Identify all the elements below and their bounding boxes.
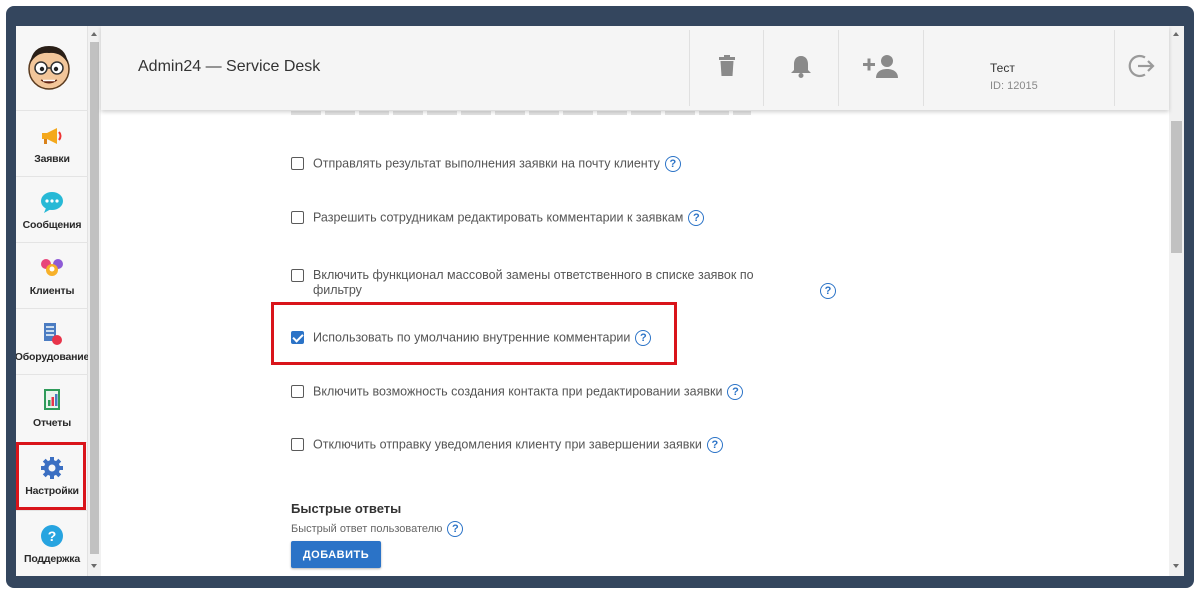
trash-button[interactable]: [689, 30, 763, 106]
help-icon[interactable]: ?: [727, 384, 744, 400]
sidebar-item-label: Заявки: [34, 152, 70, 165]
option-edit-comments[interactable]: Разрешить сотрудникам редактировать комм…: [291, 210, 705, 226]
screenshot-frame: Заявки Сообщения Клиенты Оборудование От…: [6, 6, 1194, 588]
user-id: ID: 12015: [990, 80, 1038, 92]
user-name: Тест: [990, 61, 1015, 75]
quick-replies-title: Быстрые ответы: [291, 501, 402, 516]
bell-icon: [790, 54, 812, 83]
option-disable-completion-notice[interactable]: Отключить отправку уведомления клиенту п…: [291, 437, 723, 453]
clipped-text-remnant: [291, 111, 751, 115]
settings-content: Отправлять результат выполнения заявки н…: [101, 110, 1169, 576]
user-profile[interactable]: [923, 30, 1114, 106]
sidebar-item-label: Отчеты: [32, 416, 72, 429]
trash-icon: [718, 54, 736, 82]
option-label: Разрешить сотрудникам редактировать комм…: [313, 210, 684, 225]
sidebar-item-label: Сообщения: [22, 218, 82, 231]
checkbox-checked[interactable]: [291, 331, 304, 344]
megaphone-icon: [39, 123, 65, 149]
active-item-highlight: [16, 442, 86, 510]
sidebar-item-support[interactable]: ? Поддержка: [16, 510, 88, 576]
checkbox[interactable]: [291, 438, 304, 451]
help-icon[interactable]: ?: [688, 210, 705, 226]
sidebar-item-reports[interactable]: Отчеты: [16, 374, 88, 440]
scrollbar-thumb[interactable]: [1171, 121, 1182, 253]
sidebar: Заявки Сообщения Клиенты Оборудование От…: [16, 26, 90, 576]
content-scrollbar[interactable]: [1169, 26, 1184, 576]
sidebar-item-requests[interactable]: Заявки: [16, 110, 88, 176]
option-internal-comments-default[interactable]: Использовать по умолчанию внутренние ком…: [291, 330, 652, 346]
checkbox[interactable]: [291, 211, 304, 224]
scroll-down-arrow-icon[interactable]: [91, 564, 97, 568]
option-label: Отключить отправку уведомления клиенту п…: [313, 437, 702, 452]
scrollbar-thumb[interactable]: [90, 42, 99, 554]
add-button[interactable]: ДОБАВИТЬ: [291, 541, 381, 568]
equipment-icon: [39, 321, 65, 347]
add-user-button[interactable]: [838, 30, 923, 106]
help-icon[interactable]: ?: [635, 330, 652, 346]
chat-bubble-icon: [39, 189, 65, 215]
scroll-up-arrow-icon[interactable]: [1173, 32, 1179, 36]
sidebar-scrollbar[interactable]: [88, 26, 101, 576]
option-create-contact[interactable]: Включить возможность создания контакта п…: [291, 384, 744, 400]
sidebar-item-messages[interactable]: Сообщения: [16, 176, 88, 242]
scroll-down-arrow-icon[interactable]: [1173, 564, 1179, 568]
sidebar-item-label: Клиенты: [29, 284, 75, 297]
checkbox[interactable]: [291, 157, 304, 170]
logout-button[interactable]: [1114, 30, 1169, 106]
option-send-result-email[interactable]: Отправлять результат выполнения заявки н…: [291, 156, 681, 172]
option-label: Использовать по умолчанию внутренние ком…: [313, 330, 631, 345]
sidebar-item-label: Оборудование: [16, 350, 90, 363]
help-icon[interactable]: ?: [447, 521, 464, 537]
checkbox[interactable]: [291, 269, 304, 282]
help-icon[interactable]: ?: [820, 283, 836, 299]
sidebar-item-label: Поддержка: [23, 552, 80, 565]
help-icon[interactable]: ?: [664, 156, 681, 172]
avatar[interactable]: [24, 42, 74, 92]
quick-replies-subtitle: Быстрый ответ пользователю: [291, 523, 443, 535]
main-panel: Admin24 — Service Desk Тест ID: 12015 От…: [101, 26, 1184, 576]
option-mass-reassign[interactable]: Включить функционал массовой замены отве…: [291, 268, 793, 298]
report-icon: [39, 387, 65, 413]
option-label: Отправлять результат выполнения заявки н…: [313, 156, 660, 171]
top-header: Admin24 — Service Desk Тест ID: 12015: [101, 26, 1169, 110]
quick-replies-subtitle-row: Быстрый ответ пользователю ?: [291, 521, 464, 537]
scroll-up-arrow-icon[interactable]: [91, 32, 97, 36]
help-icon[interactable]: ?: [706, 437, 723, 453]
logout-icon: [1128, 53, 1156, 84]
notifications-button[interactable]: [763, 30, 838, 106]
add-user-icon: [863, 54, 899, 83]
option-label-line2: фильтру: [313, 283, 362, 297]
checkbox[interactable]: [291, 385, 304, 398]
svg-text:?: ?: [48, 528, 57, 544]
option-label-line1: Включить функционал массовой замены отве…: [313, 268, 754, 282]
people-icon: [39, 255, 65, 281]
option-label: Включить возможность создания контакта п…: [313, 384, 723, 399]
help-circle-icon: ?: [39, 523, 65, 549]
app-window: Заявки Сообщения Клиенты Оборудование От…: [16, 26, 1184, 576]
sidebar-item-equipment[interactable]: Оборудование: [16, 308, 90, 374]
sidebar-item-clients[interactable]: Клиенты: [16, 242, 88, 308]
app-title: Admin24 — Service Desk: [138, 58, 321, 75]
